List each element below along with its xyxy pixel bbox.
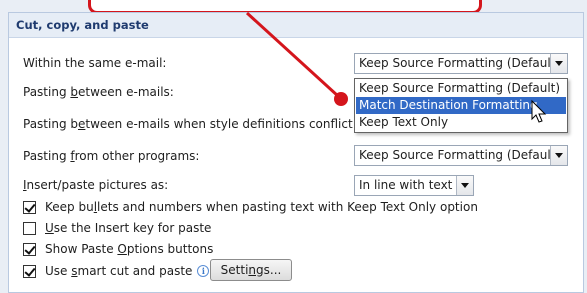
dropdown-arrow-button[interactable] [550, 146, 567, 165]
info-icon[interactable]: i [197, 265, 210, 277]
dropdown-arrow-button[interactable] [550, 54, 567, 73]
checkbox-label: Use the Insert key for paste [45, 221, 212, 235]
dropdown-other-programs[interactable]: Keep Source Formatting (Default) [354, 145, 568, 166]
checkbox-row-paste-options[interactable]: Show Paste Options buttons [23, 241, 213, 257]
paste-format-dropdown-menu: Keep Source Formatting (Default) Match D… [354, 78, 568, 133]
dropdown-arrow-button[interactable] [456, 176, 473, 195]
label-insert-pictures: Insert/paste pictures as: [23, 178, 169, 192]
checkbox-row-insert-key[interactable]: Use the Insert key for paste [23, 220, 211, 236]
checkbox-smart-cut[interactable] [23, 264, 36, 278]
menu-item-match-destination[interactable]: Match Destination Formatting [356, 97, 566, 114]
menu-item-keep-text-only[interactable]: Keep Text Only [356, 114, 566, 131]
dropdown-value: Keep Source Formatting (Default) [359, 148, 561, 162]
checkbox-label: Keep bullets and numbers when pasting te… [45, 200, 478, 214]
menu-item-keep-source[interactable]: Keep Source Formatting (Default) [356, 80, 566, 97]
dropdown-within-same-email[interactable]: Keep Source Formatting (Default) [354, 53, 568, 74]
dropdown-value: Keep Source Formatting (Default) [359, 56, 561, 70]
dropdown-value: In line with text [359, 178, 453, 192]
label-pasting-style-conflict: Pasting between e-mails when style defin… [23, 117, 357, 131]
chevron-down-icon [555, 153, 563, 158]
settings-button[interactable]: Settings... [210, 259, 292, 281]
label-within-same-email: Within the same e-mail: [23, 56, 167, 70]
dropdown-insert-pictures[interactable]: In line with text [354, 175, 474, 196]
section-header: Cut, copy, and paste [9, 13, 583, 38]
checkbox-keep-bullets[interactable] [23, 200, 36, 214]
label-pasting-between-emails: Pasting between e-mails: [23, 85, 174, 99]
checkbox-label: Show Paste Options buttons [45, 242, 214, 256]
checkbox-insert-key[interactable] [23, 221, 36, 235]
options-panel: Cut, copy, and paste Within the same e-m… [8, 12, 584, 293]
checkbox-label: Use smart cut and paste [45, 264, 193, 278]
chevron-down-icon [555, 61, 563, 66]
checkbox-row-smart-cut[interactable]: Use smart cut and paste i [23, 263, 210, 279]
chevron-down-icon [461, 183, 469, 188]
label-pasting-other-programs: Pasting from other programs: [23, 149, 200, 163]
checkbox-paste-options[interactable] [23, 242, 36, 256]
checkbox-row-keep-bullets[interactable]: Keep bullets and numbers when pasting te… [23, 199, 478, 215]
